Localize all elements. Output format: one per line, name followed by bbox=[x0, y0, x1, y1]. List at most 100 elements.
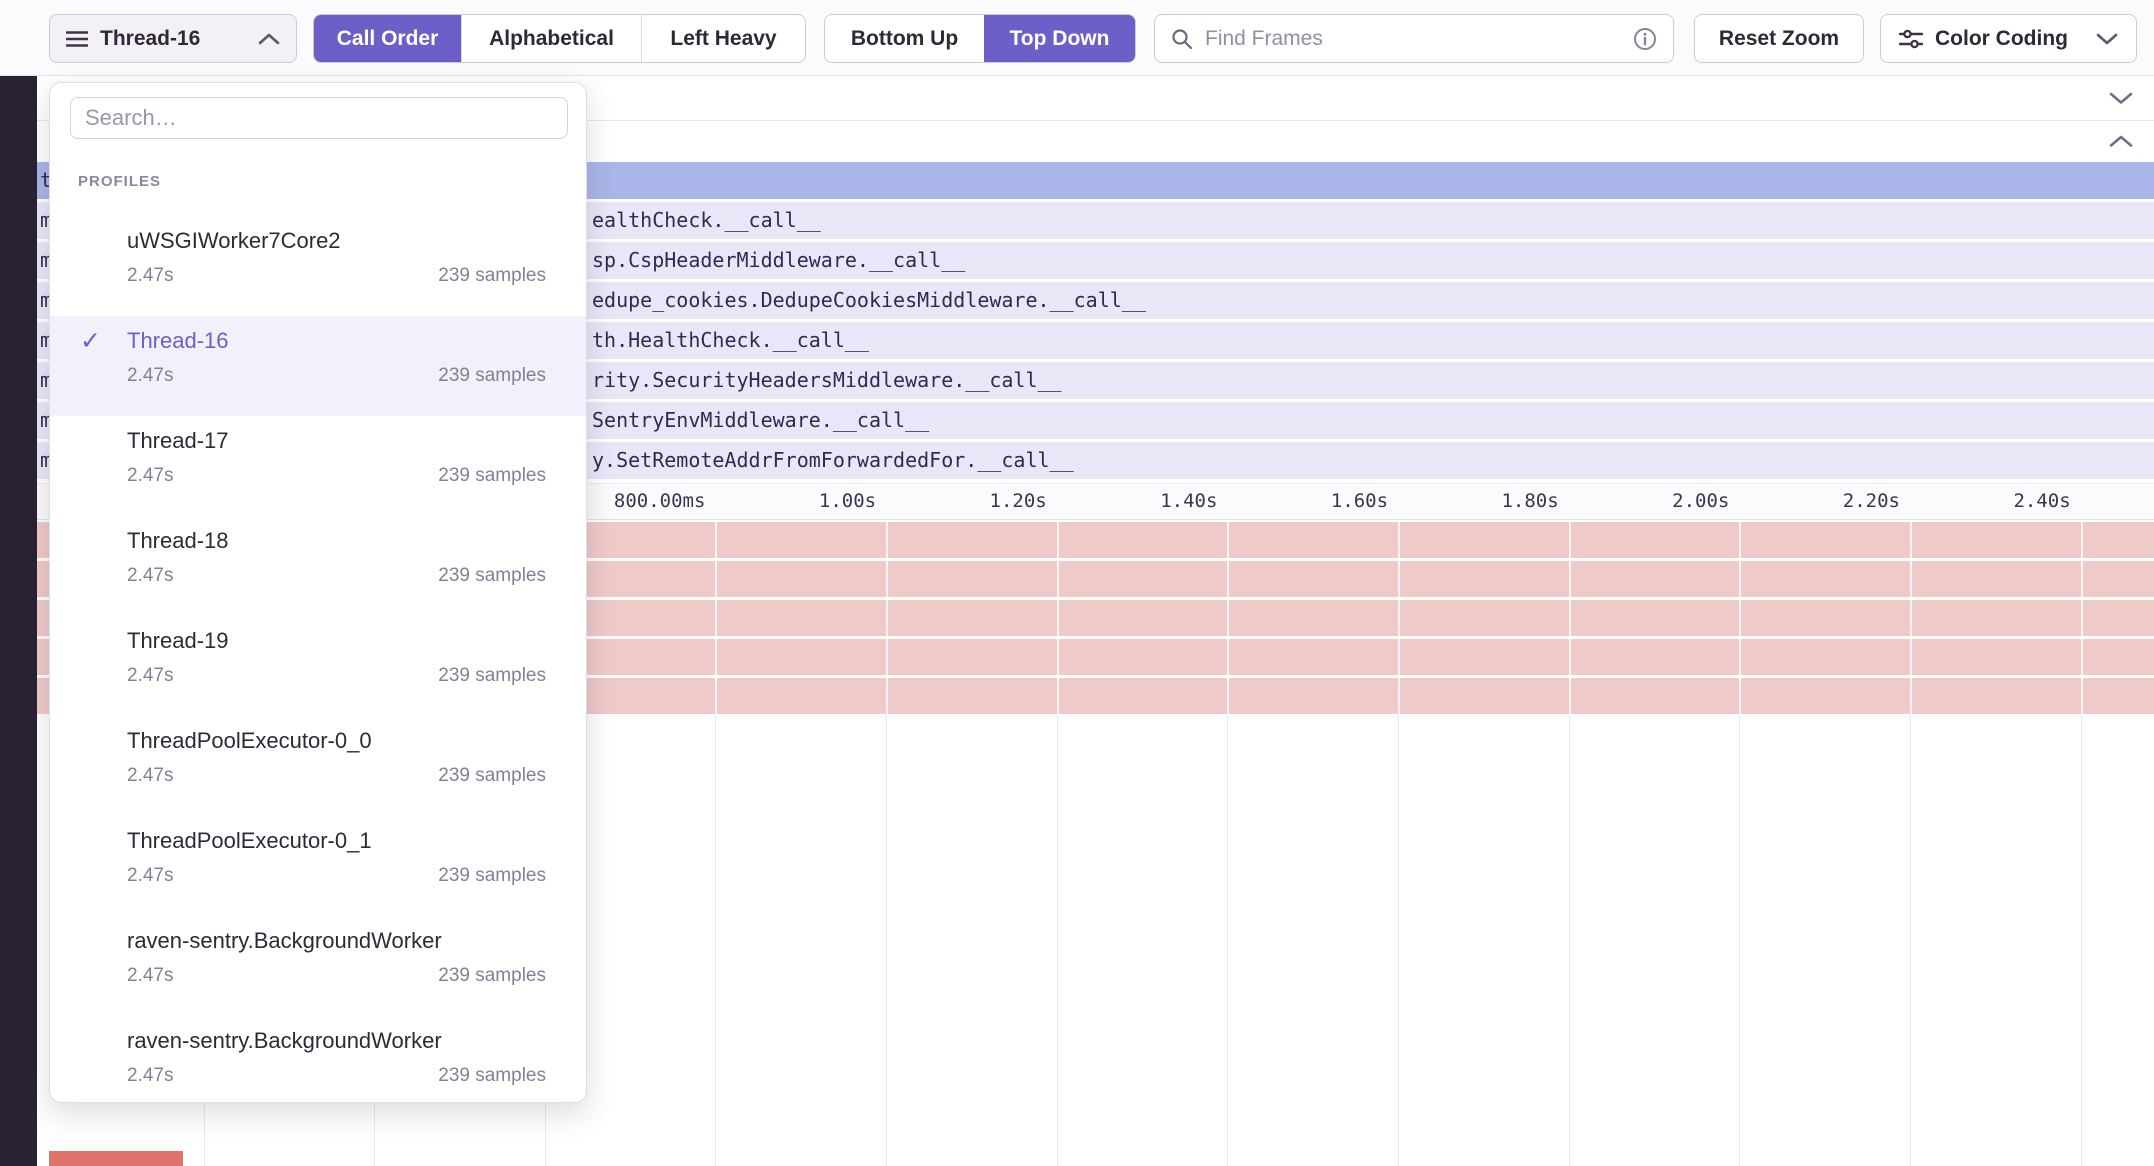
gridline bbox=[1739, 714, 1740, 1166]
list-icon bbox=[66, 30, 88, 48]
frame-label-fragment: edupe_cookies.DedupeCookiesMiddleware.__… bbox=[592, 282, 1146, 319]
reset-zoom-button[interactable]: Reset Zoom bbox=[1694, 14, 1864, 63]
color-coding-label: Color Coding bbox=[1935, 27, 2068, 51]
profile-samples: 239 samples bbox=[438, 563, 546, 589]
profile-list-item[interactable]: raven-sentry.BackgroundWorker 2.47s 239 … bbox=[50, 916, 586, 1016]
sliders-icon bbox=[1899, 29, 1923, 49]
profile-name: Thread-16 bbox=[127, 326, 546, 356]
gridline bbox=[1569, 714, 1570, 1166]
profile-list-item[interactable]: Thread-16 2.47s 239 samples bbox=[50, 316, 586, 416]
gridline bbox=[1057, 714, 1058, 1166]
profile-name: raven-sentry.BackgroundWorker bbox=[127, 1026, 546, 1056]
profile-samples: 239 samples bbox=[438, 763, 546, 789]
gridline bbox=[715, 714, 716, 1166]
profiles-section-label: PROFILES bbox=[78, 173, 161, 190]
gridline bbox=[1910, 520, 1912, 714]
collapse-chevron-up-icon[interactable] bbox=[2106, 129, 2136, 153]
profile-name: ThreadPoolExecutor-0_0 bbox=[127, 726, 546, 756]
sort-mode-tab[interactable]: Call Order bbox=[314, 15, 461, 62]
collapse-chevron-down-icon[interactable] bbox=[2106, 86, 2136, 110]
profiles-list: uWSGIWorker7Core2 2.47s 239 samples Thre… bbox=[50, 216, 586, 1103]
profile-samples: 239 samples bbox=[438, 663, 546, 689]
gridline bbox=[1227, 714, 1228, 1166]
gridline bbox=[1227, 520, 1229, 714]
profiles-search-input[interactable] bbox=[70, 97, 568, 139]
gridline bbox=[886, 714, 887, 1166]
profile-samples: 239 samples bbox=[438, 363, 546, 389]
frame-label-fragment: rity.SecurityHeadersMiddleware.__call__ bbox=[592, 362, 1062, 399]
frame-label-fragment: SentryEnvMiddleware.__call__ bbox=[592, 402, 929, 439]
sort-mode-tab[interactable]: Left Heavy bbox=[641, 15, 805, 62]
profile-samples: 239 samples bbox=[438, 863, 546, 889]
profile-samples: 239 samples bbox=[438, 263, 546, 289]
profile-list-item[interactable]: raven-sentry.BackgroundWorker 2.47s 239 … bbox=[50, 1016, 586, 1103]
time-tick-label: 800.00ms bbox=[614, 484, 706, 519]
profile-samples: 239 samples bbox=[438, 963, 546, 989]
profile-samples: 239 samples bbox=[438, 1063, 546, 1089]
profile-list-item[interactable]: Thread-19 2.47s 239 samples bbox=[50, 616, 586, 716]
color-coding-button[interactable]: Color Coding bbox=[1880, 14, 2137, 63]
sort-mode-tabs: Call OrderAlphabeticalLeft Heavy bbox=[313, 14, 806, 63]
direction-tabs: Bottom UpTop Down bbox=[824, 14, 1136, 63]
time-tick-label: 1.20s bbox=[990, 484, 1047, 519]
gridline bbox=[2081, 520, 2083, 714]
profile-duration: 2.47s bbox=[127, 663, 173, 689]
profile-name: Thread-17 bbox=[127, 426, 546, 456]
reset-zoom-label: Reset Zoom bbox=[1719, 27, 1839, 51]
flamegraph-toolbar: Thread-16 Call OrderAlphabeticalLeft Hea… bbox=[0, 0, 2154, 76]
profile-duration: 2.47s bbox=[127, 263, 173, 289]
profile-duration: 2.47s bbox=[127, 1063, 173, 1089]
gridline bbox=[1739, 520, 1741, 714]
profile-list-item[interactable]: ThreadPoolExecutor-0_1 2.47s 239 samples bbox=[50, 816, 586, 916]
profile-samples: 239 samples bbox=[438, 463, 546, 489]
profile-list-item[interactable]: ThreadPoolExecutor-0_0 2.47s 239 samples bbox=[50, 716, 586, 816]
profile-name: uWSGIWorker7Core2 bbox=[127, 226, 546, 256]
frame-label-fragment: th.HealthCheck.__call__ bbox=[592, 322, 869, 359]
gridline bbox=[715, 520, 717, 714]
profile-duration: 2.47s bbox=[127, 763, 173, 789]
search-icon bbox=[1171, 28, 1193, 50]
profile-list-item[interactable]: Thread-18 2.47s 239 samples bbox=[50, 516, 586, 616]
check-icon bbox=[80, 326, 101, 356]
profiles-dropdown: PROFILES uWSGIWorker7Core2 2.47s 239 sam… bbox=[49, 82, 587, 1103]
time-tick-label: 1.80s bbox=[1501, 484, 1558, 519]
frame-label-fragment: y.SetRemoteAddrFromForwardedFor.__call__ bbox=[592, 442, 1074, 479]
profile-duration: 2.47s bbox=[127, 463, 173, 489]
thread-selector-button[interactable]: Thread-16 bbox=[49, 14, 297, 63]
info-icon[interactable] bbox=[1633, 27, 1657, 51]
gridline bbox=[2081, 714, 2082, 1166]
red-frame-bar[interactable] bbox=[49, 1151, 183, 1166]
profile-name: Thread-19 bbox=[127, 626, 546, 656]
chevron-down-icon bbox=[2096, 33, 2118, 45]
profiler-flamegraph-view: Thread-16 Call OrderAlphabeticalLeft Hea… bbox=[0, 0, 2154, 1166]
gridline bbox=[1910, 714, 1911, 1166]
find-frames-input[interactable] bbox=[1205, 27, 1621, 51]
thread-selector-label: Thread-16 bbox=[100, 27, 200, 51]
gridline bbox=[1569, 520, 1571, 714]
profile-list-item[interactable]: uWSGIWorker7Core2 2.47s 239 samples bbox=[50, 216, 586, 316]
time-tick-label: 1.00s bbox=[819, 484, 876, 519]
direction-tab[interactable]: Bottom Up bbox=[825, 15, 984, 62]
gridline bbox=[1398, 520, 1400, 714]
profile-name: Thread-18 bbox=[127, 526, 546, 556]
gridline bbox=[886, 520, 888, 714]
profile-duration: 2.47s bbox=[127, 963, 173, 989]
direction-tab[interactable]: Top Down bbox=[984, 15, 1135, 62]
profile-name: raven-sentry.BackgroundWorker bbox=[127, 926, 546, 956]
profile-name: ThreadPoolExecutor-0_1 bbox=[127, 826, 546, 856]
profile-duration: 2.47s bbox=[127, 363, 173, 389]
chevron-up-icon bbox=[258, 33, 280, 45]
time-tick-label: 2.20s bbox=[1843, 484, 1900, 519]
time-tick-label: 1.40s bbox=[1160, 484, 1217, 519]
sort-mode-tab[interactable]: Alphabetical bbox=[461, 15, 641, 62]
time-tick-label: 2.40s bbox=[2013, 484, 2070, 519]
frame-label-fragment: ealthCheck.__call__ bbox=[592, 202, 821, 239]
app-sidebar-edge bbox=[0, 76, 37, 1166]
profile-duration: 2.47s bbox=[127, 563, 173, 589]
frame-label-fragment: sp.CspHeaderMiddleware.__call__ bbox=[592, 242, 965, 279]
find-frames-searchbox bbox=[1154, 14, 1674, 63]
profile-list-item[interactable]: Thread-17 2.47s 239 samples bbox=[50, 416, 586, 516]
gridline bbox=[1057, 520, 1059, 714]
gridline bbox=[1398, 714, 1399, 1166]
profile-duration: 2.47s bbox=[127, 863, 173, 889]
